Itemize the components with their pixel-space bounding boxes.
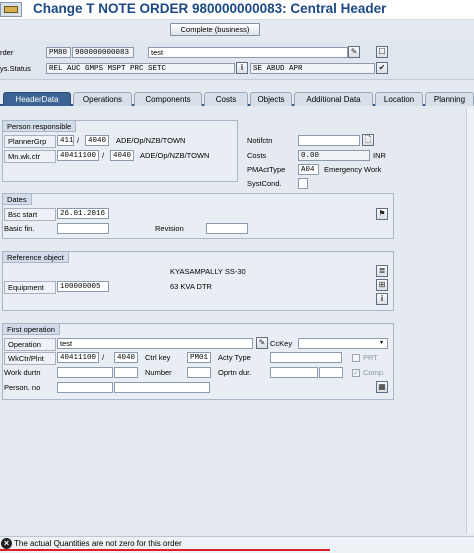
status-check-icon[interactable]: ✔: [376, 62, 388, 74]
sysstatus-label: ys.Status: [0, 64, 31, 73]
main-work-center-text: ADE/Op/NZB/TOWN: [140, 151, 210, 160]
operation-text-field[interactable]: test: [57, 338, 253, 349]
status-error-underline: [0, 549, 330, 551]
main-work-center-field[interactable]: 40411100: [57, 150, 99, 161]
revision-label: Revision: [155, 224, 184, 233]
revision-field[interactable]: [206, 223, 248, 234]
control-key-label: Ctrl key: [145, 353, 171, 362]
order-text-field[interactable]: test: [148, 47, 348, 58]
costs-label: Costs: [247, 151, 267, 160]
control-key-field[interactable]: PM01: [187, 352, 211, 363]
equipment-text: 63 KVA DTR: [170, 282, 212, 291]
operation-slash: /: [102, 353, 105, 362]
tab-headerdata[interactable]: HeaderData: [3, 92, 71, 106]
basic-start-field[interactable]: 26.01.2016: [57, 208, 109, 219]
basic-finish-label: Basic fin.: [4, 224, 35, 233]
equipment-label: Equipment: [4, 281, 56, 294]
reference-object-title: Reference object: [3, 252, 69, 263]
planner-group-field[interactable]: 411: [57, 135, 74, 146]
operation-work-center-field[interactable]: 40411100: [57, 352, 99, 363]
pm-activity-type-field[interactable]: A04: [298, 164, 319, 175]
calculation-key-dropdown[interactable]: [298, 338, 388, 349]
tab-objects[interactable]: Objects: [250, 92, 292, 106]
user-status-field[interactable]: SE ABUD APR: [250, 63, 375, 74]
basic-start-label: Bsc start: [4, 208, 56, 221]
operation-duration-label: Oprtn dur.: [218, 368, 252, 377]
comp-label: Comp.: [363, 368, 386, 377]
tab-planning[interactable]: Planning: [425, 92, 474, 106]
dates-title: Dates: [3, 194, 32, 205]
pm-activity-type-text: Emergency Work: [324, 165, 382, 174]
comp-checkbox[interactable]: ✓: [352, 369, 360, 377]
work-center-plant-field[interactable]: 4040: [110, 150, 134, 161]
prt-label: PRT: [363, 353, 378, 362]
number-label: Number: [145, 368, 172, 377]
person-number-field[interactable]: [57, 382, 113, 393]
notification-display-icon[interactable]: 🗋: [362, 134, 374, 146]
functional-location-text: KYASAMPALLY SS-30: [170, 267, 246, 276]
planner-group-text: ADE/Op/NZB/TOWN: [116, 136, 186, 145]
planner-plant-field[interactable]: 4040: [85, 135, 109, 146]
notification-field[interactable]: [298, 135, 360, 146]
hierarchy-icon[interactable]: ⊞: [376, 279, 388, 291]
tab-components[interactable]: Components: [134, 92, 202, 106]
tab-location[interactable]: Location: [375, 92, 423, 106]
long-text-edit-icon[interactable]: ✎: [348, 46, 360, 58]
activity-type-field[interactable]: [270, 352, 342, 363]
tab-additional-data[interactable]: Additional Data: [294, 92, 373, 106]
status-info-icon[interactable]: i: [236, 62, 248, 74]
vertical-scrollbar[interactable]: [466, 108, 474, 534]
object-info-icon[interactable]: i: [376, 293, 388, 305]
operation-label: Operation: [4, 338, 56, 351]
number-field[interactable]: [187, 367, 211, 378]
scheduling-icon[interactable]: ⚑: [376, 208, 388, 220]
order-number-field[interactable]: 980000000083: [72, 47, 134, 58]
planner-slash: /: [77, 136, 80, 145]
operation-duration-field[interactable]: [270, 367, 318, 378]
tab-operations[interactable]: Operations: [73, 92, 132, 106]
calculation-key-label: CcKey: [270, 339, 293, 348]
structure-list-icon[interactable]: ≣: [376, 265, 388, 277]
pm-activity-type-label: PMActType: [247, 165, 286, 174]
basic-finish-field[interactable]: [57, 223, 109, 234]
planner-group-label: PlannerGrp: [4, 135, 56, 148]
error-icon: ×: [1, 538, 12, 549]
complete-business-button[interactable]: Complete (business): [170, 23, 260, 36]
order-type-field[interactable]: PM80: [46, 47, 71, 58]
order-label: rder: [0, 48, 14, 57]
system-condition-label: SystCond.: [247, 179, 282, 188]
person-number-label: Person. no: [4, 383, 41, 392]
person-responsible-title: Person responsible: [3, 121, 77, 132]
costs-field[interactable]: 0.00: [298, 150, 370, 161]
window-title: Change T NOTE ORDER 980000000083: Centra…: [33, 1, 387, 16]
tab-costs[interactable]: Costs: [204, 92, 248, 106]
status-message[interactable]: The actual Quantities are not zero for t…: [14, 538, 182, 549]
work-duration-label: Work durtn: [4, 368, 41, 377]
person-name-field[interactable]: [114, 382, 210, 393]
operation-plant-field[interactable]: 4040: [114, 352, 138, 363]
first-operation-title: First operation: [3, 324, 60, 335]
equipment-field[interactable]: 100000005: [57, 281, 109, 292]
system-condition-field[interactable]: [298, 178, 308, 189]
prt-checkbox[interactable]: [352, 354, 360, 362]
operation-long-text-icon[interactable]: ✎: [256, 337, 268, 349]
order-icon[interactable]: [0, 2, 22, 17]
operation-overview-icon[interactable]: ▦: [376, 381, 388, 393]
work-duration-field[interactable]: [57, 367, 113, 378]
activity-type-label: Acty Type: [218, 353, 251, 362]
operation-duration-unit-field[interactable]: [319, 367, 343, 378]
long-text-indicator-icon[interactable]: ☐: [376, 46, 388, 58]
system-status-field[interactable]: REL AUC GMPS MSPT PRC SETC: [46, 63, 235, 74]
work-center-plant-label: WkCtr/Plnt: [4, 352, 56, 365]
main-work-center-label: Mn.wk.ctr: [4, 150, 56, 163]
notification-label: Notifctn: [247, 136, 273, 145]
work-center-slash: /: [102, 151, 105, 160]
work-duration-unit-field[interactable]: [114, 367, 138, 378]
currency-text: INR: [373, 151, 386, 160]
dropdown-chevron-icon[interactable]: ▾: [380, 338, 383, 349]
